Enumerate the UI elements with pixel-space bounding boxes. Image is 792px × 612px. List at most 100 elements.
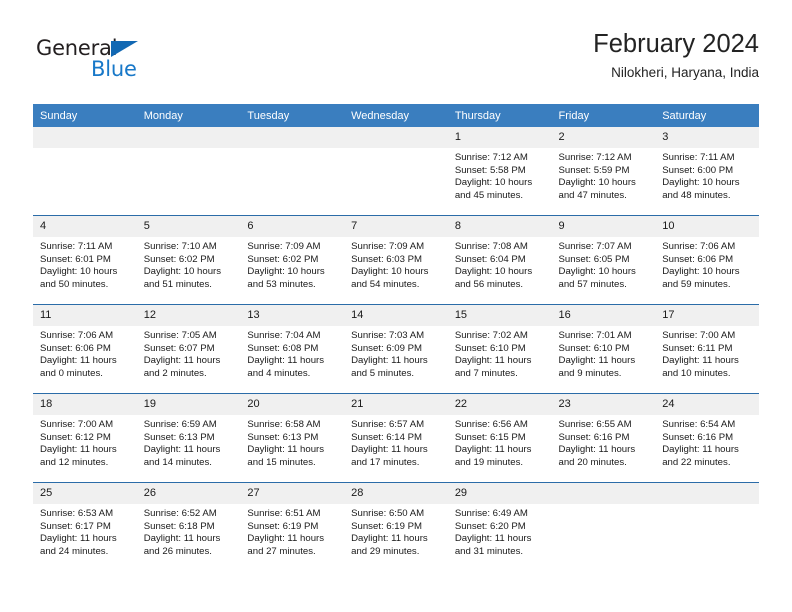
sunset-text: Sunset: 6:05 PM [558, 253, 630, 265]
sunset-text: Sunset: 6:17 PM [40, 520, 111, 532]
calendar-week-row: 1 Sunrise: 7:12 AM Sunset: 5:58 PM Daylight… [33, 127, 759, 216]
title-block: February 2024 Nilokheri, Haryana, India [593, 28, 759, 83]
daylight-text-line1: Daylight: 10 hours [454, 177, 533, 189]
day-sun-info: Sunrise: 7:00 AM Sunset: 6:11 PM Daylight:… [655, 326, 759, 380]
sunrise-text: Sunrise: 7:00 AM [40, 419, 114, 430]
day-sun-info: Sunrise: 7:02 AM Sunset: 6:10 PM Daylight:… [448, 326, 552, 380]
day-sun-info: Sunrise: 7:12 AM Sunset: 5:59 PM Daylight:… [552, 148, 656, 202]
daylight-text-line2: and 4 minutes. [247, 367, 311, 379]
day-number: 2 [551, 127, 656, 148]
sunset-text: Sunset: 6:03 PM [351, 253, 423, 265]
calendar-day-cell[interactable]: 6 Sunrise: 7:09 AM Sunset: 6:02 PM Daylight… [240, 215, 345, 305]
calendar-day-cell[interactable]: 20 Sunrise: 6:58 AM Sunset: 6:13 PM Dayligh… [240, 393, 345, 483]
sunset-text: Sunset: 6:10 PM [454, 342, 526, 354]
calendar-day-cell[interactable]: 5 Sunrise: 7:10 AM Sunset: 6:02 PM Daylight… [136, 215, 241, 305]
sunrise-text: Sunrise: 7:12 AM [454, 152, 528, 163]
sunrise-text: Sunrise: 7:02 AM [454, 330, 528, 341]
daylight-text-line2: and 53 minutes. [247, 278, 316, 290]
sunrise-text: Sunrise: 7:04 AM [247, 330, 321, 341]
sunrise-text: Sunrise: 7:09 AM [247, 241, 321, 252]
calendar-day-cell[interactable]: 1 Sunrise: 7:12 AM Sunset: 5:58 PM Daylight… [447, 127, 552, 216]
calendar-day-cell[interactable]: 26 Sunrise: 6:52 AM Sunset: 6:18 PM Dayligh… [136, 482, 241, 571]
day-number [33, 127, 137, 148]
page-header: General Blue February 2024 Nilokheri, Ha… [33, 28, 759, 98]
sunrise-text: Sunrise: 6:59 AM [143, 419, 217, 430]
day-sun-info: Sunrise: 7:09 AM Sunset: 6:02 PM Daylight:… [240, 237, 344, 291]
calendar-day-cell[interactable]: 18 Sunrise: 7:00 AM Sunset: 6:12 PM Dayligh… [33, 393, 137, 483]
daylight-text-line2: and 29 minutes. [351, 545, 420, 557]
daylight-text-line2: and 20 minutes. [558, 456, 627, 468]
sunset-text: Sunset: 6:06 PM [662, 253, 734, 265]
day-sun-info: Sunrise: 6:51 AM Sunset: 6:19 PM Daylight:… [240, 504, 344, 558]
calendar-day-cell[interactable]: 23 Sunrise: 6:55 AM Sunset: 6:16 PM Dayligh… [551, 393, 656, 483]
sunrise-text: Sunrise: 6:53 AM [40, 508, 114, 519]
daylight-text-line2: and 9 minutes. [558, 367, 622, 379]
calendar-day-cell[interactable]: 13 Sunrise: 7:04 AM Sunset: 6:08 PM Dayligh… [240, 304, 345, 394]
day-number: 29 [447, 483, 552, 504]
sunrise-text: Sunrise: 7:10 AM [143, 241, 217, 252]
daylight-text-line1: Daylight: 11 hours [558, 355, 636, 367]
calendar-day-cell[interactable]: 22 Sunrise: 6:56 AM Sunset: 6:15 PM Dayligh… [447, 393, 552, 483]
calendar-empty-cell [655, 482, 759, 571]
day-number: 4 [33, 216, 137, 237]
calendar-day-cell[interactable]: 16 Sunrise: 7:01 AM Sunset: 6:10 PM Dayligh… [551, 304, 656, 394]
daylight-text-line2: and 59 minutes. [662, 278, 731, 290]
day-sun-info: Sunrise: 7:07 AM Sunset: 6:05 PM Daylight:… [552, 237, 656, 291]
calendar-empty-cell [33, 127, 137, 216]
calendar-day-cell[interactable]: 4 Sunrise: 7:11 AM Sunset: 6:01 PM Daylight… [33, 215, 137, 305]
calendar-day-cell[interactable]: 3 Sunrise: 7:11 AM Sunset: 6:00 PM Daylight… [655, 127, 759, 216]
calendar-day-cell[interactable]: 10 Sunrise: 7:06 AM Sunset: 6:06 PM Dayligh… [655, 215, 759, 305]
calendar-day-cell[interactable]: 12 Sunrise: 7:05 AM Sunset: 6:07 PM Dayligh… [136, 304, 241, 394]
daylight-text-line2: and 14 minutes. [143, 456, 212, 468]
calendar-day-cell[interactable]: 14 Sunrise: 7:03 AM Sunset: 6:09 PM Dayligh… [344, 304, 448, 394]
sunrise-text: Sunrise: 6:54 AM [662, 419, 736, 430]
day-number: 1 [447, 127, 552, 148]
daylight-text-line1: Daylight: 10 hours [558, 266, 636, 278]
calendar-day-cell[interactable]: 2 Sunrise: 7:12 AM Sunset: 5:59 PM Daylight… [551, 127, 656, 216]
weekday-header-sunday: Sunday [33, 104, 137, 127]
calendar-day-cell[interactable]: 27 Sunrise: 6:51 AM Sunset: 6:19 PM Dayligh… [240, 482, 345, 571]
day-number: 16 [551, 305, 656, 326]
sunrise-text: Sunrise: 7:06 AM [40, 330, 114, 341]
calendar-day-cell[interactable]: 11 Sunrise: 7:06 AM Sunset: 6:06 PM Dayligh… [33, 304, 137, 394]
calendar-day-cell[interactable]: 17 Sunrise: 7:00 AM Sunset: 6:11 PM Dayligh… [655, 304, 759, 394]
day-number [344, 127, 448, 148]
day-number: 3 [655, 127, 759, 148]
day-number: 12 [136, 305, 241, 326]
day-sun-info: Sunrise: 7:12 AM Sunset: 5:58 PM Daylight:… [448, 148, 552, 202]
day-sun-info: Sunrise: 6:53 AM Sunset: 6:17 PM Daylight:… [33, 504, 137, 558]
calendar-day-cell[interactable]: 29 Sunrise: 6:49 AM Sunset: 6:20 PM Dayligh… [447, 482, 552, 571]
weekday-header-wednesday: Wednesday [344, 104, 448, 127]
day-number: 19 [136, 394, 241, 415]
daylight-text-line1: Daylight: 11 hours [351, 533, 428, 545]
daylight-text-line1: Daylight: 11 hours [40, 355, 117, 367]
daylight-text-line2: and 45 minutes. [454, 189, 524, 201]
day-number: 17 [655, 305, 759, 326]
daylight-text-line1: Daylight: 10 hours [558, 177, 636, 189]
day-number: 24 [655, 394, 759, 415]
calendar-day-cell[interactable]: 19 Sunrise: 6:59 AM Sunset: 6:13 PM Dayligh… [136, 393, 241, 483]
sunrise-text: Sunrise: 6:52 AM [143, 508, 217, 519]
day-number: 9 [551, 216, 656, 237]
sunset-text: Sunset: 6:00 PM [662, 164, 734, 176]
calendar-day-cell[interactable]: 21 Sunrise: 6:57 AM Sunset: 6:14 PM Dayligh… [344, 393, 448, 483]
day-sun-info: Sunrise: 7:03 AM Sunset: 6:09 PM Daylight:… [344, 326, 448, 380]
calendar-day-cell[interactable]: 15 Sunrise: 7:02 AM Sunset: 6:10 PM Dayligh… [447, 304, 552, 394]
daylight-text-line1: Daylight: 11 hours [247, 355, 325, 367]
sunrise-text: Sunrise: 7:09 AM [351, 241, 425, 252]
calendar-day-cell[interactable]: 24 Sunrise: 6:54 AM Sunset: 6:16 PM Dayligh… [655, 393, 759, 483]
logo-triangle-icon [111, 41, 138, 57]
calendar-day-cell[interactable]: 8 Sunrise: 7:08 AM Sunset: 6:04 PM Daylight… [447, 215, 552, 305]
calendar-day-cell[interactable]: 25 Sunrise: 6:53 AM Sunset: 6:17 PM Dayligh… [33, 482, 137, 571]
calendar-day-cell[interactable]: 28 Sunrise: 6:50 AM Sunset: 6:19 PM Dayligh… [344, 482, 448, 571]
sunset-text: Sunset: 6:13 PM [247, 431, 319, 443]
calendar-day-cell[interactable]: 7 Sunrise: 7:09 AM Sunset: 6:03 PM Daylight… [344, 215, 448, 305]
calendar-day-cell[interactable]: 9 Sunrise: 7:07 AM Sunset: 6:05 PM Daylight… [551, 215, 656, 305]
calendar-empty-cell [240, 127, 345, 216]
daylight-text-line1: Daylight: 11 hours [40, 533, 117, 545]
daylight-text-line2: and 51 minutes. [143, 278, 212, 290]
calendar-page: General Blue February 2024 Nilokheri, Ha… [0, 0, 792, 612]
sunrise-text: Sunrise: 6:58 AM [247, 419, 321, 430]
calendar-body: 1 Sunrise: 7:12 AM Sunset: 5:58 PM Daylight… [33, 127, 759, 571]
daylight-text-line1: Daylight: 11 hours [662, 444, 739, 456]
